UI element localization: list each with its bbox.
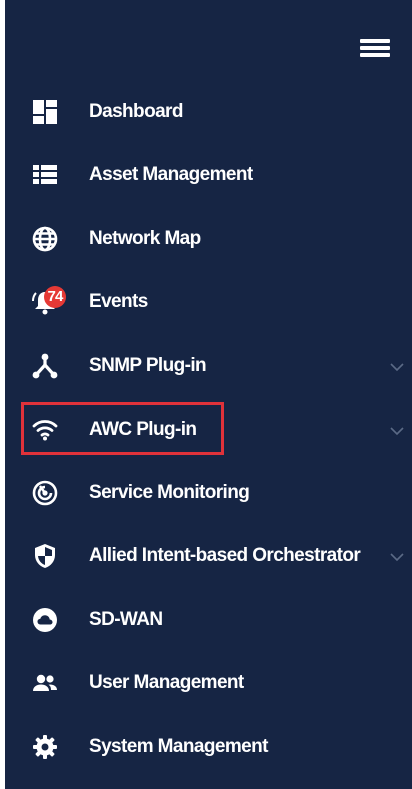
nav-label-user-management: User Management <box>89 672 244 693</box>
nav-label-asset-management: Asset Management <box>89 164 253 185</box>
sidebar: Dashboard Asset Management Network Map 7… <box>5 0 412 789</box>
nav-label-snmp-plug-in: SNMP Plug-in <box>89 355 207 376</box>
events-count-badge: 74 <box>44 286 66 308</box>
alarm-bell-icon: 74 <box>32 286 66 315</box>
nav-item-dashboard[interactable]: Dashboard <box>5 86 412 136</box>
nav-label-service-monitoring: Service Monitoring <box>89 482 250 503</box>
nav-item-sd-wan[interactable]: SD-WAN <box>5 594 412 644</box>
network-hub-icon <box>32 353 58 379</box>
nav-label-network-map: Network Map <box>89 228 201 249</box>
wifi-icon <box>32 417 58 443</box>
list-icon <box>32 162 58 188</box>
nav-label-system-management: System Management <box>89 736 268 757</box>
shield-icon <box>32 543 58 569</box>
nav-item-events[interactable]: 74 Events <box>5 276 412 326</box>
nav-item-user-management[interactable]: User Management <box>5 657 412 707</box>
cloud-icon <box>32 607 58 633</box>
chevron-down-icon[interactable] <box>388 358 406 376</box>
users-icon <box>32 670 58 696</box>
nav-item-service-monitoring[interactable]: Service Monitoring <box>5 467 412 517</box>
nav-label-allied-intent-based-orchestrator: Allied Intent-based Orchestrator <box>89 545 361 566</box>
radar-icon <box>32 480 58 506</box>
nav-item-network-map[interactable]: Network Map <box>5 213 412 263</box>
globe-icon <box>32 226 58 252</box>
chevron-down-icon[interactable] <box>388 422 406 440</box>
chevron-down-icon[interactable] <box>388 548 406 566</box>
hamburger-menu-icon[interactable] <box>360 38 390 58</box>
nav-label-events: Events <box>89 291 148 312</box>
nav-item-asset-management[interactable]: Asset Management <box>5 149 412 199</box>
dashboard-icon <box>32 99 58 125</box>
nav-item-system-management[interactable]: System Management <box>5 721 412 771</box>
nav-item-allied-intent-based-orchestrator[interactable]: Allied Intent-based Orchestrator <box>5 530 412 580</box>
nav-label-sd-wan: SD-WAN <box>89 609 163 630</box>
nav-label-dashboard: Dashboard <box>89 101 183 122</box>
nav-item-awc-plug-in[interactable]: AWC Plug-in <box>5 404 412 454</box>
nav-label-awc-plug-in: AWC Plug-in <box>89 419 197 440</box>
nav-item-snmp-plug-in[interactable]: SNMP Plug-in <box>5 340 412 390</box>
gear-icon <box>32 734 58 760</box>
